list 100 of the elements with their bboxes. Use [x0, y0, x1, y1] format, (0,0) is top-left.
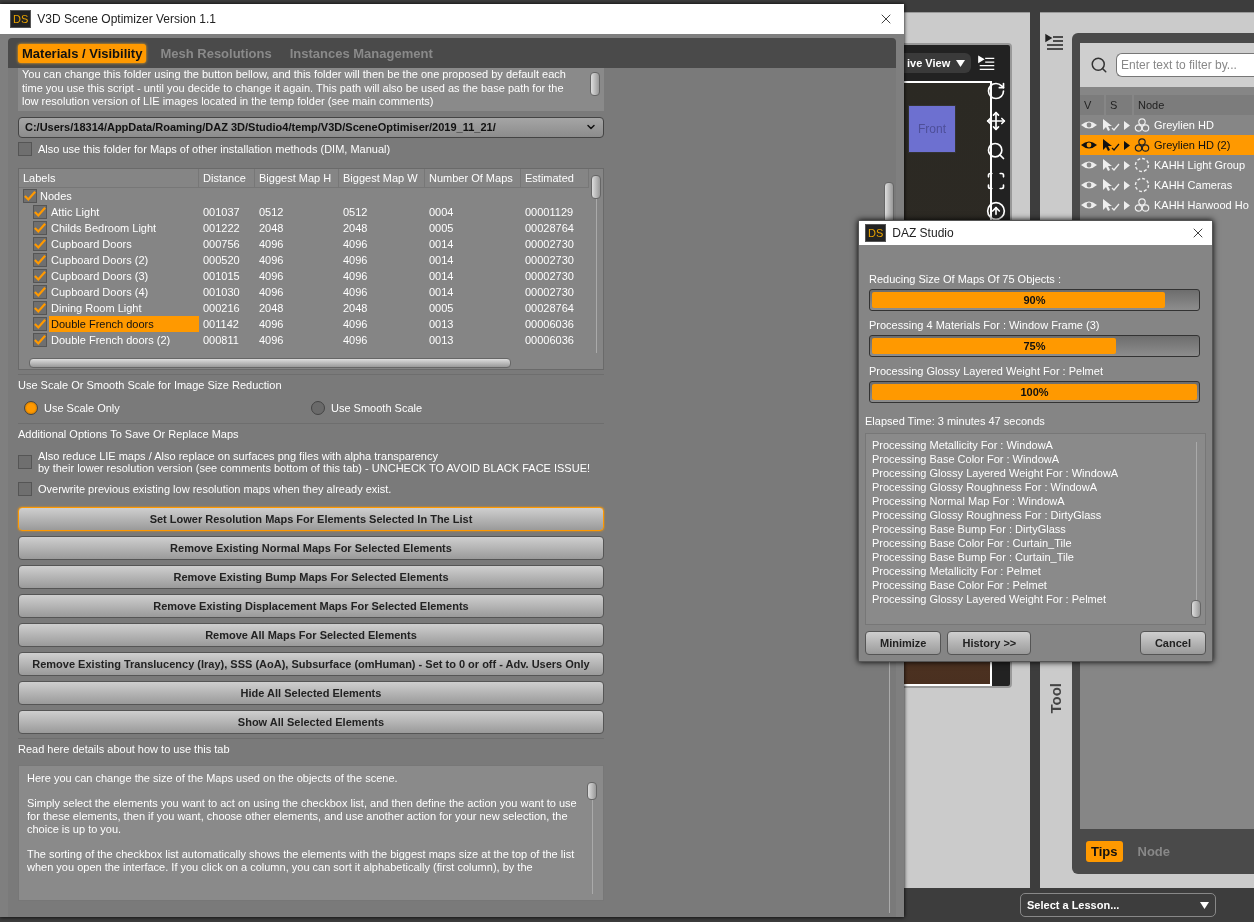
cursor-check-icon[interactable]	[1102, 158, 1120, 172]
column-header[interactable]: Biggest Map H	[255, 168, 339, 188]
tab[interactable]: Instances Management	[285, 43, 437, 63]
radio-label: Use Scale Only	[44, 401, 120, 414]
cursor-check-icon[interactable]	[1102, 118, 1120, 132]
panel-tab[interactable]: Tips	[1086, 841, 1123, 862]
checkbox[interactable]	[33, 252, 47, 267]
table-row-label[interactable]: Double French doors (2)	[49, 331, 199, 348]
cursor-check-icon[interactable]	[1102, 178, 1120, 192]
table-row-label[interactable]: Attic Light	[49, 203, 199, 220]
action-button[interactable]: Show All Selected Elements	[18, 709, 604, 734]
tab[interactable]: Mesh Resolutions	[156, 43, 276, 63]
table-row-label[interactable]: Cupboard Doors (2)	[49, 251, 199, 268]
action-button[interactable]: Remove Existing Translucency (Iray), SSS (AoA), Subsurface (omHuman) - Set to 0 or off - Adv. Users Only	[18, 651, 604, 676]
action-button[interactable]: Hide All Selected Elements	[18, 680, 604, 705]
dialog-button[interactable]: Cancel	[1139, 631, 1206, 655]
node-label: Greylien HD	[1154, 119, 1214, 131]
table-row-label[interactable]: Childs Bedroom Light	[49, 219, 199, 236]
table-cell-text: 0014	[428, 268, 455, 284]
table-cell-text: 0013	[428, 316, 455, 332]
scene-node-row[interactable]: KAHH Harwood Ho	[1080, 195, 1254, 215]
column-header[interactable]: Node	[1134, 95, 1254, 115]
checkbox[interactable]	[18, 141, 32, 156]
checkbox[interactable]	[33, 268, 47, 283]
table-cell-text: 2048	[258, 300, 285, 316]
log-line: Processing Normal Map For : WindowA	[872, 494, 1066, 508]
column-header[interactable]: Biggest Map W	[339, 168, 425, 188]
action-button[interactable]: Remove Existing Displacement Maps For Selected Elements	[18, 593, 604, 618]
checkbox[interactable]	[23, 188, 37, 203]
side-tab[interactable]: Tool	[1046, 683, 1064, 714]
folder-dropdown[interactable]: C:/Users/18314/AppData/Roaming/DAZ 3D/Studio4/temp/V3D/SceneOptimiser/2019_11_21/	[18, 116, 604, 138]
search-icon[interactable]	[1090, 56, 1108, 74]
group-icon	[1134, 177, 1150, 193]
table-cell-text: 0512	[258, 204, 285, 220]
caret-icon	[956, 59, 966, 67]
action-button[interactable]: Remove All Maps For Selected Elements	[18, 622, 604, 647]
checkbox[interactable]	[33, 236, 47, 251]
scene-node-row[interactable]: Greylien HD (2)	[1080, 135, 1254, 155]
filter-field[interactable]: Enter text to filter by...	[1116, 53, 1254, 77]
checkbox[interactable]	[33, 316, 47, 331]
column-header[interactable]: V	[1080, 95, 1104, 115]
action-button[interactable]: Remove Existing Bump Maps For Selected Elements	[18, 564, 604, 589]
column-header[interactable]: Estimated	[521, 168, 589, 188]
group-icon	[1134, 157, 1150, 173]
checkbox[interactable]	[33, 204, 47, 219]
table-row-label[interactable]: Cupboard Doors (4)	[49, 283, 199, 300]
log-line: Processing Base Bump For : Curtain_Tile	[872, 550, 1075, 564]
node-label: KAHH Light Group	[1154, 159, 1246, 171]
eye-icon[interactable]	[1080, 140, 1098, 150]
frame-icon[interactable]	[986, 171, 1006, 191]
cursor-check-icon[interactable]	[1102, 138, 1120, 152]
checkbox[interactable]	[33, 220, 47, 235]
figure-icon	[1134, 118, 1150, 132]
checkbox[interactable]	[18, 481, 32, 496]
checkbox[interactable]	[33, 284, 47, 299]
column-header[interactable]: S	[1106, 95, 1132, 115]
tab[interactable]: Materials / Visibility	[18, 43, 147, 63]
checkbox[interactable]	[33, 300, 47, 315]
dialog-button[interactable]: History >>	[947, 631, 1032, 655]
action-button[interactable]: Remove Existing Normal Maps For Selected Elements	[18, 535, 604, 560]
move-icon[interactable]	[986, 111, 1006, 131]
view-dropdown[interactable]: ive View	[904, 53, 972, 73]
column-header[interactable]: Labels	[19, 168, 199, 188]
column-header[interactable]: Distance	[199, 168, 255, 188]
table-cell-text: 4096	[258, 268, 285, 284]
scene-node-row[interactable]: KAHH Cameras	[1080, 175, 1254, 195]
log-line: Processing Base Color For : Curtain_Tile	[872, 536, 1073, 550]
table-cell-text: 0014	[428, 284, 455, 300]
action-button[interactable]: Set Lower Resolution Maps For Elements Selected In The List	[18, 506, 604, 531]
table-cell-text: 00006036	[524, 332, 575, 348]
scene-node-row[interactable]: Greylien HD	[1080, 115, 1254, 135]
radio-button[interactable]	[311, 400, 325, 415]
zoom-icon[interactable]	[986, 141, 1006, 161]
table-cell-text: 4096	[342, 332, 369, 348]
table-cell-text: 0512	[342, 204, 369, 220]
radio-button[interactable]	[24, 400, 38, 415]
scene-node-row[interactable]: KAHH Light Group	[1080, 155, 1254, 175]
orbit-icon[interactable]	[986, 81, 1006, 101]
checkbox[interactable]	[33, 332, 47, 347]
column-header[interactable]: Number Of Maps	[425, 168, 521, 188]
pane-menu-icon[interactable]	[1044, 33, 1066, 51]
table-row-label[interactable]: Double French doors	[49, 315, 199, 332]
table-cell-text: 4096	[258, 236, 285, 252]
dialog-button[interactable]: Minimize	[865, 631, 942, 655]
table-row-label[interactable]: Dining Room Light	[49, 299, 199, 316]
panel-tab[interactable]: Node	[1132, 841, 1175, 862]
table-row-label[interactable]: Cupboard Doors	[49, 235, 199, 252]
lesson-dropdown[interactable]: Select a Lesson...	[1020, 893, 1216, 917]
section-title: Additional Options To Save Or Replace Maps	[18, 427, 240, 442]
table-row-label[interactable]: Cupboard Doors (3)	[49, 267, 199, 284]
progress-label: Processing Glossy Layered Weight For : Pelmet	[868, 365, 1104, 379]
progress-reading: 100%	[1019, 385, 1050, 400]
log-line: Processing Metallicity For : WindowA	[872, 438, 1054, 452]
table-cell-text: 4096	[342, 252, 369, 268]
elapsed-time: Elapsed Time: 3 minutes 47 seconds	[865, 414, 1046, 429]
table-cell-text: 4096	[342, 236, 369, 252]
section-title: Use Scale Or Smooth Scale for Image Size Reduction	[18, 378, 283, 393]
cursor-check-icon[interactable]	[1102, 198, 1120, 212]
checkbox[interactable]	[18, 454, 32, 469]
dialog-title: DAZ Studio	[892, 226, 955, 240]
